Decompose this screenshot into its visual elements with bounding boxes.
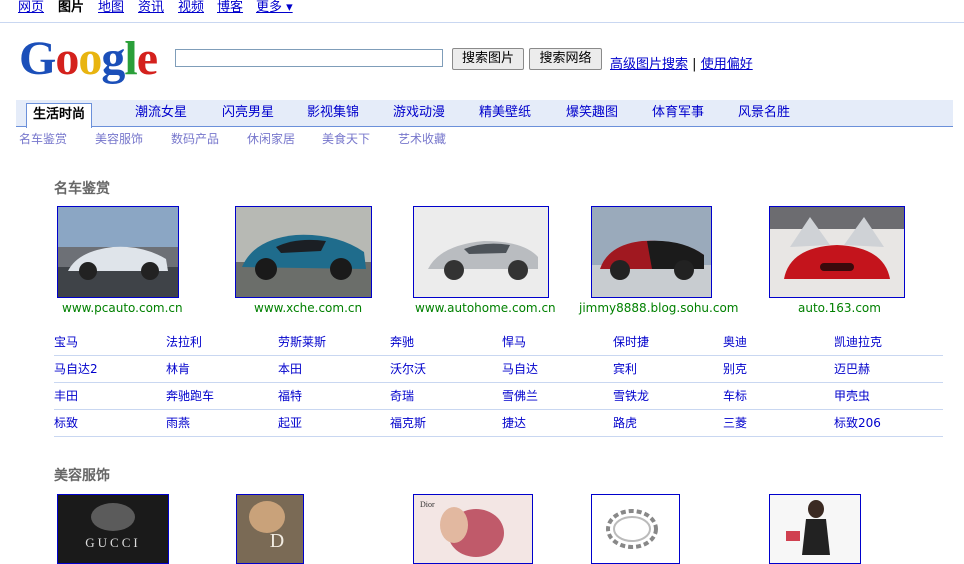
nav-web[interactable]: 网页 xyxy=(18,0,44,15)
subcat-digital[interactable]: 数码产品 xyxy=(171,132,219,146)
nav-news[interactable]: 资讯 xyxy=(138,0,164,15)
brand-link[interactable]: 甲壳虫 xyxy=(834,389,870,403)
brand-link[interactable]: 福特 xyxy=(278,389,302,403)
blue-supercar-photo[interactable] xyxy=(235,206,372,298)
thumb-caption[interactable]: www.autohome.com.cn xyxy=(415,301,556,315)
link-separator: | xyxy=(692,57,697,72)
bracelet-photo[interactable] xyxy=(591,494,680,564)
brand-link[interactable]: 马自达 xyxy=(502,362,538,376)
subcat-cars[interactable]: 名车鉴赏 xyxy=(19,132,67,146)
brand-link[interactable]: 三菱 xyxy=(723,416,747,430)
brand-link[interactable]: 路虎 xyxy=(613,416,637,430)
preferences-link[interactable]: 使用偏好 xyxy=(701,57,753,72)
red-black-supercar-photo[interactable] xyxy=(591,206,712,298)
brand-link[interactable]: 雨燕 xyxy=(166,416,190,430)
search-links: 高级图片搜索 | 使用偏好 xyxy=(610,53,753,72)
brand-link[interactable]: 奥迪 xyxy=(723,335,747,349)
brand-row-divider xyxy=(54,382,943,383)
brand-link[interactable]: 迈巴赫 xyxy=(834,362,870,376)
nav-more[interactable]: 更多 ▾ xyxy=(256,0,293,15)
subcat-art[interactable]: 艺术收藏 xyxy=(398,132,446,146)
gucci-ad-photo[interactable]: GUCCI xyxy=(57,494,169,564)
tab-funny[interactable]: 爆笑趣图 xyxy=(566,104,618,122)
dior-model-photo[interactable]: D xyxy=(236,494,304,564)
tab-scenery[interactable]: 风景名胜 xyxy=(738,104,790,122)
brand-link[interactable]: 劳斯莱斯 xyxy=(278,335,326,349)
brand-link[interactable]: 捷达 xyxy=(502,416,526,430)
brand-link[interactable]: 标致206 xyxy=(834,416,881,430)
brand-link[interactable]: 丰田 xyxy=(54,389,78,403)
thumb-caption[interactable]: jimmy8888.blog.sohu.com xyxy=(579,301,738,315)
tab-film[interactable]: 影视集锦 xyxy=(307,104,359,122)
search-input[interactable] xyxy=(175,49,443,67)
gucci-text: GUCCI xyxy=(85,535,140,550)
brand-row-divider xyxy=(54,355,943,356)
brand-link[interactable]: 雪铁龙 xyxy=(613,389,649,403)
subcat-beauty[interactable]: 美容服饰 xyxy=(95,132,143,146)
brand-link[interactable]: 车标 xyxy=(723,389,747,403)
tab-male-stars[interactable]: 闪亮男星 xyxy=(222,104,274,122)
nav-blogs[interactable]: 博客 xyxy=(217,0,243,15)
brand-link[interactable]: 凯迪拉克 xyxy=(834,335,882,349)
thumb-caption[interactable]: www.pcauto.com.cn xyxy=(62,301,183,315)
thumb-caption[interactable]: auto.163.com xyxy=(798,301,881,315)
tab-sports-military[interactable]: 体育军事 xyxy=(652,104,704,122)
section-title-beauty: 美容服饰 xyxy=(54,468,110,484)
fashion-model-photo[interactable] xyxy=(769,494,861,564)
brand-link[interactable]: 奔驰 xyxy=(390,335,414,349)
brand-link[interactable]: 马自达2 xyxy=(54,362,98,376)
brand-link[interactable]: 别克 xyxy=(723,362,747,376)
tab-games-anime[interactable]: 游戏动漫 xyxy=(393,104,445,122)
brand-link[interactable]: 保时捷 xyxy=(613,335,649,349)
section-title-cars: 名车鉴赏 xyxy=(54,181,110,197)
subcat-food[interactable]: 美食天下 xyxy=(322,132,370,146)
brand-link[interactable]: 雪佛兰 xyxy=(502,389,538,403)
category-tab-bar: 生活时尚 潮流女星 闪亮男星 影视集锦 游戏动漫 精美壁纸 爆笑趣图 体育军事 … xyxy=(16,100,953,128)
brand-link[interactable]: 福克斯 xyxy=(390,416,426,430)
brand-link[interactable]: 奔驰跑车 xyxy=(166,389,214,403)
brand-link[interactable]: 林肯 xyxy=(166,362,190,376)
brand-link[interactable]: 奇瑞 xyxy=(390,389,414,403)
search-images-button[interactable]: 搜索图片 xyxy=(452,48,524,70)
google-logo[interactable]: Google xyxy=(17,30,165,86)
tab-lifestyle[interactable]: 生活时尚 xyxy=(26,103,93,128)
brand-link[interactable]: 宝马 xyxy=(54,335,78,349)
red-concept-car-photo[interactable] xyxy=(769,206,905,298)
thumb-caption[interactable]: www.xche.com.cn xyxy=(254,301,362,315)
brand-row-divider xyxy=(54,409,943,410)
nav-video[interactable]: 视频 xyxy=(178,0,204,15)
tab-female-stars[interactable]: 潮流女星 xyxy=(135,104,187,122)
brand-link[interactable]: 沃尔沃 xyxy=(390,362,426,376)
silver-supercar-photo[interactable] xyxy=(57,206,179,298)
brand-link[interactable]: 起亚 xyxy=(278,416,302,430)
top-nav-bar: 网页 图片 地图 资讯 视频 博客 更多 ▾ xyxy=(0,0,964,23)
brand-link[interactable]: 标致 xyxy=(54,416,78,430)
silver-coupe-photo[interactable] xyxy=(413,206,549,298)
dior-perfume-photo[interactable]: Dior xyxy=(413,494,533,564)
search-web-button[interactable]: 搜索网络 xyxy=(529,48,602,70)
nav-images-current: 图片 xyxy=(58,0,85,15)
brand-link[interactable]: 本田 xyxy=(278,362,302,376)
advanced-image-search-link[interactable]: 高级图片搜索 xyxy=(610,57,688,72)
brand-link[interactable]: 法拉利 xyxy=(166,335,202,349)
tab-wallpapers[interactable]: 精美壁纸 xyxy=(479,104,531,122)
dior-text: Dior xyxy=(420,500,435,509)
brand-link[interactable]: 宾利 xyxy=(613,362,637,376)
dior-d-text: D xyxy=(270,530,284,552)
subcat-home[interactable]: 休闲家居 xyxy=(247,132,295,146)
svg-text:Google: Google xyxy=(19,32,158,85)
brand-row-divider xyxy=(54,436,943,437)
nav-maps[interactable]: 地图 xyxy=(98,0,124,15)
brand-link[interactable]: 悍马 xyxy=(502,335,526,349)
